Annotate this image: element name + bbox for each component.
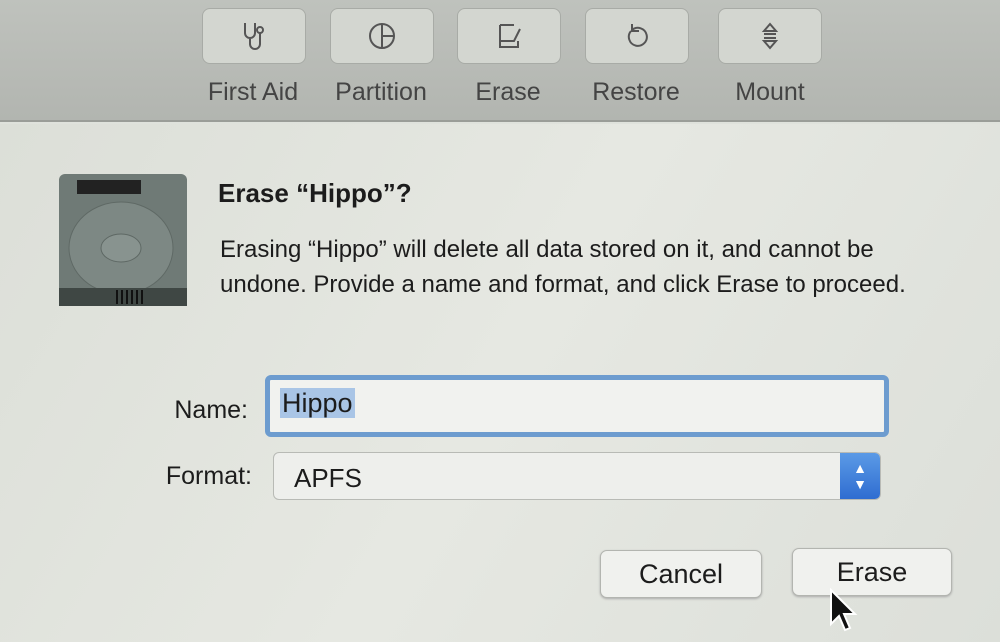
first-aid-label: First Aid	[207, 78, 299, 106]
mount-label: Mount	[735, 78, 805, 106]
chevron-up-down-icon[interactable]: ▲ ▼	[840, 453, 880, 499]
toolbar: First Aid Partition Erase Restore Mount	[0, 0, 1000, 122]
restore-icon	[627, 24, 648, 47]
cursor-arrow-icon	[830, 588, 858, 632]
name-label: Name:	[174, 396, 248, 424]
partition-label: Partition	[335, 78, 427, 106]
restore-button[interactable]	[585, 8, 689, 64]
dialog-message: Erasing “Hippo” will delete all data sto…	[220, 236, 906, 298]
hard-drive-icon	[59, 174, 187, 306]
erase-toolbar-label: Erase	[475, 78, 541, 106]
mount-button[interactable]	[718, 8, 822, 64]
restore-label: Restore	[592, 78, 680, 106]
stethoscope-icon	[244, 23, 264, 50]
name-input[interactable]: Hippo	[265, 375, 889, 437]
format-select[interactable]: APFS ▲ ▼	[273, 452, 881, 500]
format-value: APFS	[294, 463, 362, 493]
pie-chart-icon	[369, 23, 395, 49]
eraser-icon	[499, 24, 521, 48]
partition-button[interactable]	[330, 8, 434, 64]
name-value: Hippo	[280, 388, 355, 418]
cancel-button[interactable]: Cancel	[600, 550, 762, 598]
dialog-title: Erase “Hippo”?	[218, 178, 412, 208]
first-aid-button[interactable]	[202, 8, 306, 64]
erase-toolbar-button[interactable]	[457, 8, 561, 64]
erase-button[interactable]: Erase	[792, 548, 952, 596]
format-label: Format:	[165, 462, 252, 490]
mount-icon	[761, 22, 779, 50]
